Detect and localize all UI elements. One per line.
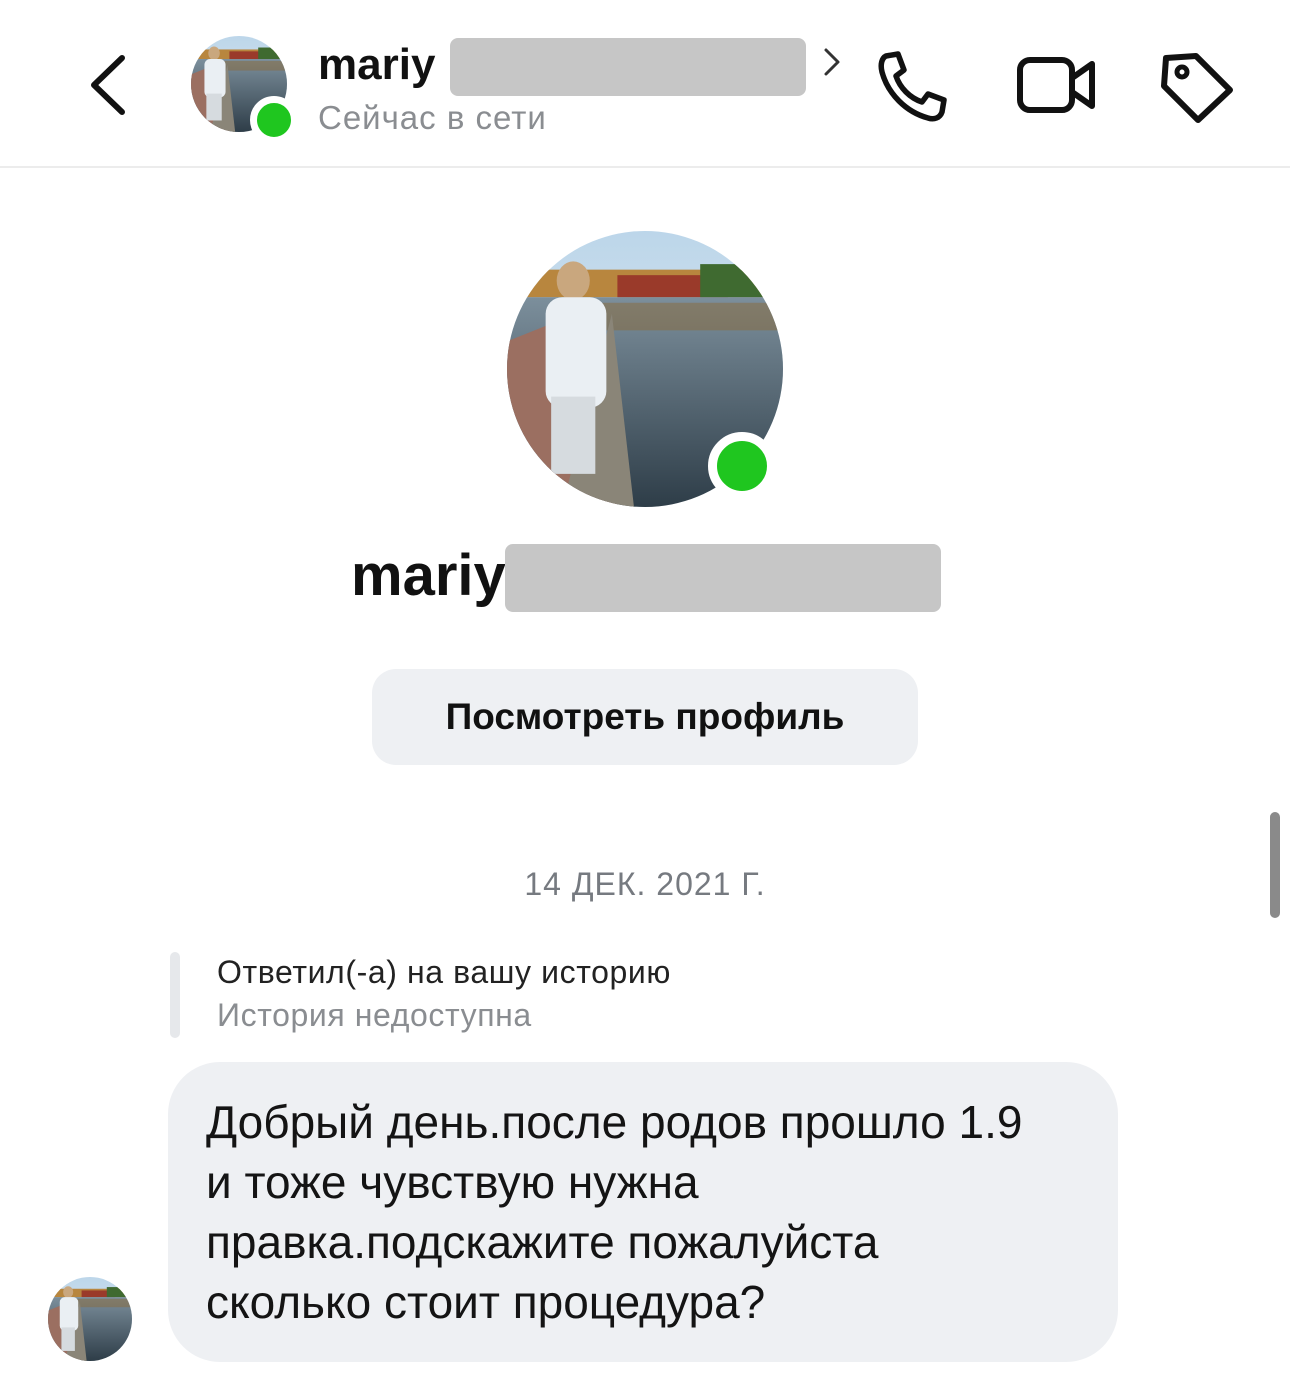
view-profile-button[interactable]: Посмотреть профиль: [372, 669, 918, 765]
video-camera-icon[interactable]: [1014, 50, 1098, 120]
back-chevron-icon[interactable]: [82, 50, 138, 120]
sender-avatar[interactable]: [48, 1277, 132, 1361]
header-username[interactable]: mariy: [318, 38, 435, 92]
avatar-photo: [48, 1277, 132, 1361]
redaction-block: [505, 544, 941, 612]
message-text-line: Добрый день.после родов прошло 1.9: [206, 1096, 1023, 1148]
chevron-right-icon[interactable]: [818, 44, 846, 80]
message-text-line: и тоже чувствую нужна: [206, 1156, 699, 1208]
story-reply-subtitle: История недоступна: [217, 997, 532, 1033]
online-indicator: [708, 432, 776, 500]
story-reply-title: Ответил(-а) на вашу историю: [217, 954, 671, 990]
message-text-line: сколько стоит процедура?: [206, 1276, 766, 1328]
profile-username: mariy: [351, 543, 506, 608]
phone-icon[interactable]: [872, 48, 952, 124]
tag-icon[interactable]: [1156, 48, 1236, 124]
online-indicator: [250, 96, 298, 144]
reply-indicator-bar: [170, 952, 180, 1038]
online-status-text: Сейчас в сети: [318, 99, 547, 136]
message-text-line: правка.подскажите пожалуйста: [206, 1216, 879, 1268]
message-bubble[interactable]: Добрый день.после родов прошло 1.9 и тож…: [168, 1062, 1118, 1362]
date-separator: 14 ДЕК. 2021 Г.: [524, 866, 766, 902]
redaction-block: [450, 38, 806, 96]
chat-header: mariy Сейчас в сети: [0, 0, 1290, 168]
